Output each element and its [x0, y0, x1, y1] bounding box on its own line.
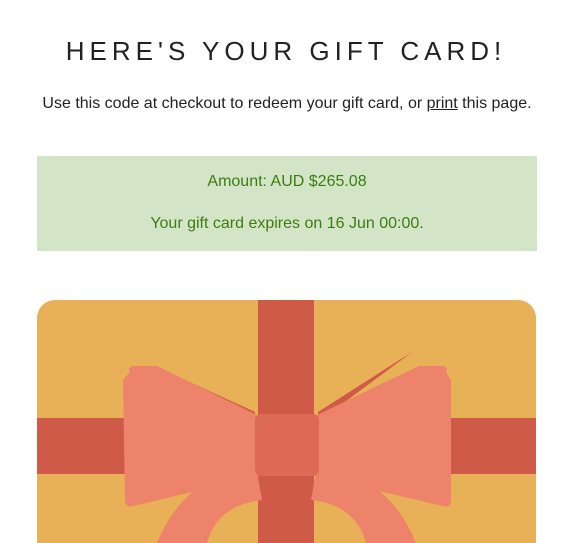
gift-card-details-box: Amount: AUD $265.08 Your gift card expir… — [37, 156, 537, 251]
gift-card-image — [37, 300, 536, 543]
page-title: HERE'S YOUR GIFT CARD! — [65, 36, 507, 66]
print-link[interactable]: print — [427, 95, 458, 112]
gift-card-expiry: Your gift card expires on 16 Jun 00:00. — [150, 215, 424, 232]
gift-card-page: HERE'S YOUR GIFT CARD! Use this code at … — [0, 0, 586, 543]
instructions-text-end: this page. — [457, 95, 532, 112]
redeem-instructions: Use this code at checkout to redeem your… — [0, 95, 574, 113]
gift-card-amount: Amount: AUD $265.08 — [207, 173, 367, 190]
gift-card-icon — [37, 300, 536, 543]
bow-knot — [255, 414, 319, 476]
instructions-text-start: Use this code at checkout to redeem your… — [42, 95, 427, 112]
